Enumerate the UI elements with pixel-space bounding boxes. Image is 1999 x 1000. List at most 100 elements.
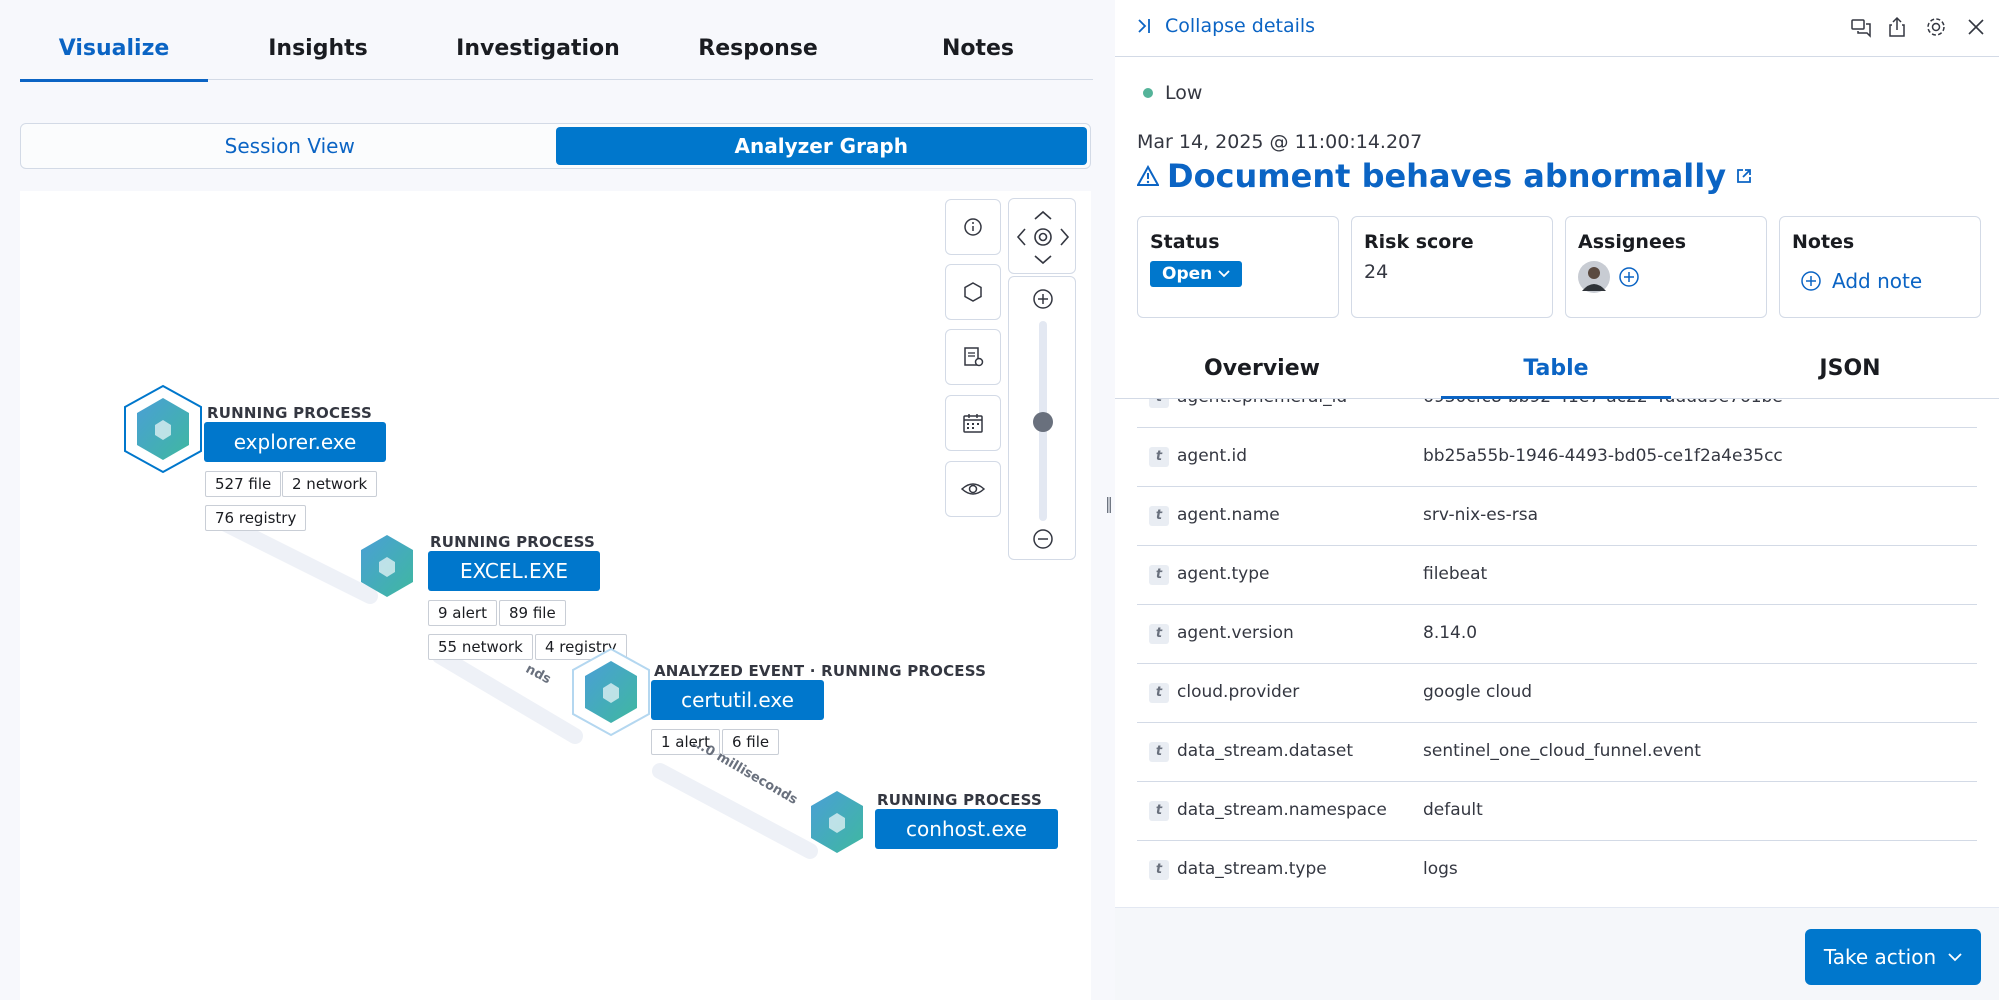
stat-pill[interactable]: 2 network — [282, 471, 378, 497]
process-name-button[interactable]: certutil.exe — [651, 680, 824, 720]
field-name[interactable]: agent.name — [1177, 505, 1280, 525]
process-name-button[interactable]: EXCEL.EXE — [428, 551, 600, 591]
chat-icon[interactable] — [1850, 16, 1872, 38]
field-type-badge: t — [1149, 801, 1169, 821]
panel-resize-handle[interactable]: ‖ — [1105, 494, 1113, 513]
show-hide-button[interactable] — [945, 461, 1001, 517]
status-dropdown[interactable]: Open — [1150, 261, 1243, 287]
field-name[interactable]: agent.version — [1177, 623, 1294, 643]
stat-pill[interactable]: 6 file — [722, 729, 780, 755]
alert-title-link[interactable]: Document behaves abnormally — [1137, 157, 1754, 195]
process-name-button[interactable]: conhost.exe — [875, 809, 1058, 849]
flyout-footer: Take action — [1115, 907, 1999, 1000]
external-link-icon — [1737, 169, 1751, 183]
graph-edges — [212, 513, 818, 859]
tab-table[interactable]: Table — [1409, 350, 1703, 399]
stat-pill[interactable]: 55 network — [428, 634, 533, 660]
info-icon — [964, 218, 982, 236]
assignees-card: Assignees — [1565, 216, 1767, 318]
process-node-icon[interactable] — [123, 384, 203, 474]
tab-insights[interactable]: Insights — [208, 30, 428, 80]
field-name[interactable]: cloud.provider — [1177, 682, 1299, 702]
collapse-details-label: Collapse details — [1165, 15, 1316, 37]
stat-pill[interactable]: 76 registry — [205, 505, 307, 531]
collapse-details-button[interactable]: Collapse details — [1137, 15, 1315, 37]
field-value[interactable]: srv-nix-es-rsa — [1423, 505, 1538, 525]
tab-overview[interactable]: Overview — [1115, 350, 1409, 398]
table-row: t agent.ephemeral_id 6930cfc8-bb92-41e7-… — [1137, 399, 1977, 428]
close-icon[interactable] — [1965, 16, 1987, 38]
table-row: t agent.id bb25a55b-1946-4493-bd05-ce1f2… — [1137, 428, 1977, 487]
field-type-badge: t — [1149, 447, 1169, 467]
take-action-button[interactable]: Take action — [1805, 929, 1981, 985]
risk-score-card: Risk score 24 — [1351, 216, 1553, 318]
field-value[interactable]: sentinel_one_cloud_funnel.event — [1423, 741, 1701, 761]
add-note-label: Add note — [1832, 269, 1923, 293]
node-legend-button[interactable] — [945, 264, 1001, 320]
field-name[interactable]: data_stream.namespace — [1177, 800, 1387, 820]
stat-pill[interactable]: 89 file — [499, 600, 566, 626]
field-name[interactable]: agent.ephemeral_id — [1177, 399, 1347, 407]
process-name-button[interactable]: explorer.exe — [204, 422, 386, 462]
graph-info-button[interactable] — [945, 199, 1001, 255]
visualize-panel: Visualize Insights Investigation Respons… — [0, 0, 1115, 1000]
date-picker-button[interactable] — [945, 395, 1001, 451]
field-value[interactable]: bb25a55b-1946-4493-bd05-ce1f2a4e35cc — [1423, 446, 1783, 466]
add-note-button[interactable]: Add note — [1800, 269, 1968, 293]
warning-icon — [1137, 165, 1159, 186]
analyzer-graph-canvas[interactable]: RUNNING PROCESS explorer.exe 527 file 2 … — [20, 191, 1091, 1000]
edge-certutil-conhost — [652, 763, 818, 859]
zoom-in-icon[interactable] — [1031, 287, 1055, 311]
notes-card: Notes Add note — [1779, 216, 1981, 318]
field-type-badge: t — [1149, 683, 1169, 703]
process-node-icon[interactable] — [347, 521, 427, 611]
view-toggle: Session View Analyzer Graph — [20, 123, 1091, 169]
table-row: t agent.type filebeat — [1137, 546, 1977, 605]
center-icon — [1034, 228, 1052, 246]
process-node-icon[interactable] — [571, 647, 651, 737]
tab-notes[interactable]: Notes — [868, 30, 1088, 80]
stat-pill[interactable]: 527 file — [205, 471, 282, 497]
status-title: Status — [1150, 231, 1220, 253]
field-value[interactable]: logs — [1423, 859, 1458, 879]
share-icon[interactable] — [1886, 16, 1908, 38]
field-name[interactable]: data_stream.dataset — [1177, 741, 1353, 761]
tab-visualize[interactable]: Visualize — [20, 30, 208, 82]
stat-pill[interactable]: 9 alert — [428, 600, 497, 626]
field-name[interactable]: data_stream.type — [1177, 859, 1327, 879]
field-type-badge: t — [1149, 565, 1169, 585]
add-assignee-icon[interactable] — [1618, 266, 1640, 288]
zoom-slider-handle[interactable] — [1033, 412, 1053, 432]
field-value[interactable]: google cloud — [1423, 682, 1532, 702]
avatar[interactable] — [1578, 261, 1610, 293]
pan-arrows-icon — [1016, 210, 1070, 265]
node-type-label: RUNNING PROCESS — [430, 533, 595, 551]
field-value[interactable]: filebeat — [1423, 564, 1487, 584]
zoom-out-icon[interactable] — [1031, 527, 1055, 551]
zoom-control — [1008, 276, 1076, 560]
field-name[interactable]: agent.id — [1177, 446, 1247, 466]
field-name[interactable]: agent.type — [1177, 564, 1270, 584]
field-value[interactable]: 8.14.0 — [1423, 623, 1477, 643]
notes-title: Notes — [1792, 231, 1855, 253]
tab-investigation[interactable]: Investigation — [428, 30, 648, 80]
collapse-right-icon — [1138, 19, 1150, 33]
gear-icon[interactable] — [1925, 16, 1947, 38]
pan-up-icon — [1034, 210, 1052, 220]
tab-json[interactable]: JSON — [1703, 350, 1997, 398]
analyzer-graph-button[interactable]: Analyzer Graph — [555, 127, 1087, 165]
process-node-icon[interactable] — [797, 777, 877, 867]
source-settings-button[interactable] — [945, 329, 1001, 385]
eye-icon — [960, 483, 986, 495]
tab-response[interactable]: Response — [648, 30, 868, 80]
severity-dot — [1143, 88, 1153, 98]
session-view-button[interactable]: Session View — [24, 127, 556, 165]
field-value[interactable]: 6930cfc8-bb92-41e7-ac22-4dddd9e761be — [1423, 399, 1783, 407]
field-value[interactable]: default — [1423, 800, 1483, 820]
take-action-label: Take action — [1823, 945, 1937, 969]
pan-down-icon — [1034, 255, 1052, 265]
pan-control — [1008, 198, 1076, 274]
chevron-down-icon — [1948, 952, 1962, 961]
pan-right-icon — [1060, 228, 1070, 246]
field-type-badge: t — [1149, 399, 1169, 408]
